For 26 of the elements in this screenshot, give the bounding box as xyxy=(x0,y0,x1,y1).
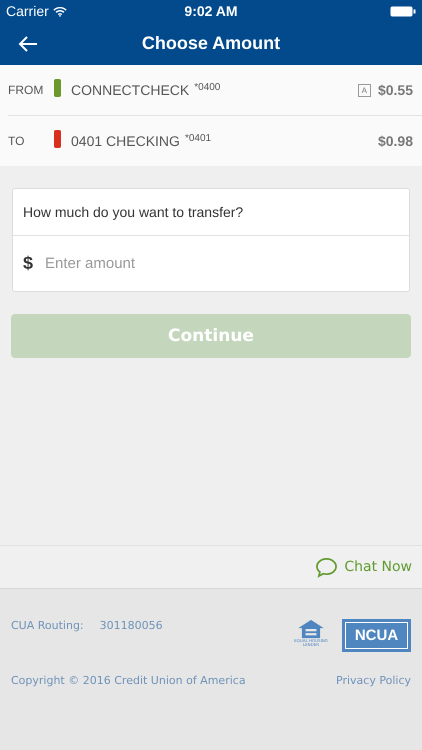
screen-title: Choose Amount xyxy=(140,33,282,54)
account-direction: TO xyxy=(8,134,26,148)
currency-symbol: $ xyxy=(23,253,34,274)
account-number: *0401 xyxy=(184,132,212,144)
account-badge: A xyxy=(358,84,371,96)
battery-icon xyxy=(390,6,416,16)
privacy-policy-link[interactable]: Privacy Policy xyxy=(336,674,411,687)
amount-question: How much do you want to transfer? xyxy=(13,189,409,236)
wifi-icon xyxy=(52,6,67,16)
chat-bubble-icon xyxy=(315,556,338,578)
account-balance: $0.98 xyxy=(378,133,413,149)
account-name: 0401 CHECKING xyxy=(71,133,180,149)
carrier-name: Carrier xyxy=(6,3,49,19)
account-row[interactable]: FROM CONNECTCHECK *0400 A $0.55 xyxy=(8,65,422,116)
account-row[interactable]: TO 0401 CHECKING *0401 $0.98 xyxy=(8,116,422,166)
account-name: CONNECTCHECK xyxy=(71,82,190,98)
status-time: 9:02 AM xyxy=(183,3,239,19)
account-balance: $0.55 xyxy=(378,82,413,98)
account-number: *0400 xyxy=(194,82,220,92)
routing-number: 301180056 xyxy=(100,619,163,632)
amount-field[interactable]: Enter amount xyxy=(43,254,409,273)
ncua-logo: NCUA xyxy=(342,619,411,652)
copyright-text: Copyright © 2016 Credit Union of America xyxy=(11,674,246,687)
chat-now-button[interactable]: Chat Now xyxy=(315,556,412,578)
account-direction: FROM xyxy=(8,83,44,97)
routing-label: CUA Routing: xyxy=(11,619,84,632)
